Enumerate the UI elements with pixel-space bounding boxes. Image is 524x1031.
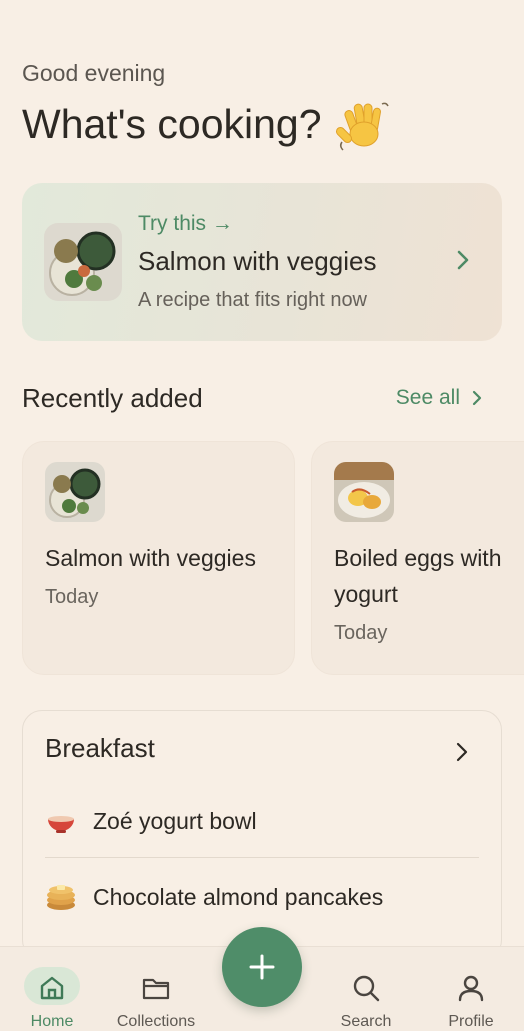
recipe-date: Today xyxy=(45,586,99,608)
collection-item[interactable]: Zoé yogurt bowl xyxy=(45,791,479,851)
featured-eyebrow: Try this → xyxy=(138,212,233,235)
nav-home[interactable]: Home xyxy=(0,947,104,1031)
bowl-icon xyxy=(48,816,74,833)
collection-card-breakfast[interactable]: Breakfast Zoé yogurt bowl Chocolate almo… xyxy=(22,710,502,960)
divider xyxy=(45,857,479,858)
see-all-label: See all xyxy=(395,386,460,409)
add-recipe-button[interactable] xyxy=(222,927,302,1007)
waving-hand-icon xyxy=(335,102,389,151)
collection-item[interactable]: Chocolate almond pancakes xyxy=(45,867,479,927)
see-all-link[interactable]: See all xyxy=(396,386,484,410)
recent-recipe-card[interactable]: Salmon with veggies Today xyxy=(22,441,295,675)
nav-label: Search xyxy=(340,1013,392,1030)
nav-search[interactable]: Search xyxy=(314,947,418,1031)
home-screen: Good evening What's cooking? Try this → … xyxy=(0,0,524,1031)
collection-item-label: Chocolate almond pancakes xyxy=(93,883,384,910)
featured-recipe-card[interactable]: Try this → Salmon with veggies A recipe … xyxy=(22,183,502,341)
collection-title: Breakfast xyxy=(45,733,155,763)
page-title: What's cooking? xyxy=(22,96,390,152)
recipe-name: Salmon with veggies xyxy=(45,545,256,571)
featured-recipe-text: Try this → Salmon with veggies A recipe … xyxy=(138,212,502,312)
recipe-date: Today xyxy=(334,622,388,644)
recent-recipes-carousel[interactable]: Salmon with veggies Today Boiled eggs wi… xyxy=(22,441,524,676)
collection-item-label: Zoé yogurt bowl xyxy=(93,807,257,834)
recent-recipe-card[interactable]: Boiled eggs with yogurt Today xyxy=(311,441,524,675)
nav-label: Profile xyxy=(448,1013,494,1030)
featured-recipe-subtitle: A recipe that fits right now xyxy=(138,289,368,311)
nav-label: Home xyxy=(30,1013,74,1030)
recently-added-heading: Recently added xyxy=(22,383,203,413)
nav-profile[interactable]: Profile xyxy=(419,947,523,1031)
recipe-name: Boiled eggs with yogurt xyxy=(334,545,502,607)
featured-recipe-image xyxy=(44,223,122,301)
nav-collections[interactable]: Collections xyxy=(104,947,208,1031)
chevron-right-icon xyxy=(456,742,468,762)
headline-text: What's cooking? xyxy=(22,100,322,147)
profile-icon xyxy=(458,975,484,1002)
home-icon xyxy=(40,976,64,1000)
folder-icon xyxy=(142,978,170,1000)
greeting-text: Good evening xyxy=(22,60,166,86)
recipe-thumbnail xyxy=(45,462,105,522)
recipe-thumbnail xyxy=(334,462,394,522)
pancakes-icon xyxy=(47,885,75,910)
nav-label: Collections xyxy=(116,1013,196,1030)
featured-recipe-title: Salmon with veggies xyxy=(138,246,377,276)
plus-icon xyxy=(249,954,275,980)
chevron-right-icon xyxy=(457,250,469,270)
search-icon xyxy=(353,975,380,1002)
chevron-right-icon xyxy=(472,390,482,406)
